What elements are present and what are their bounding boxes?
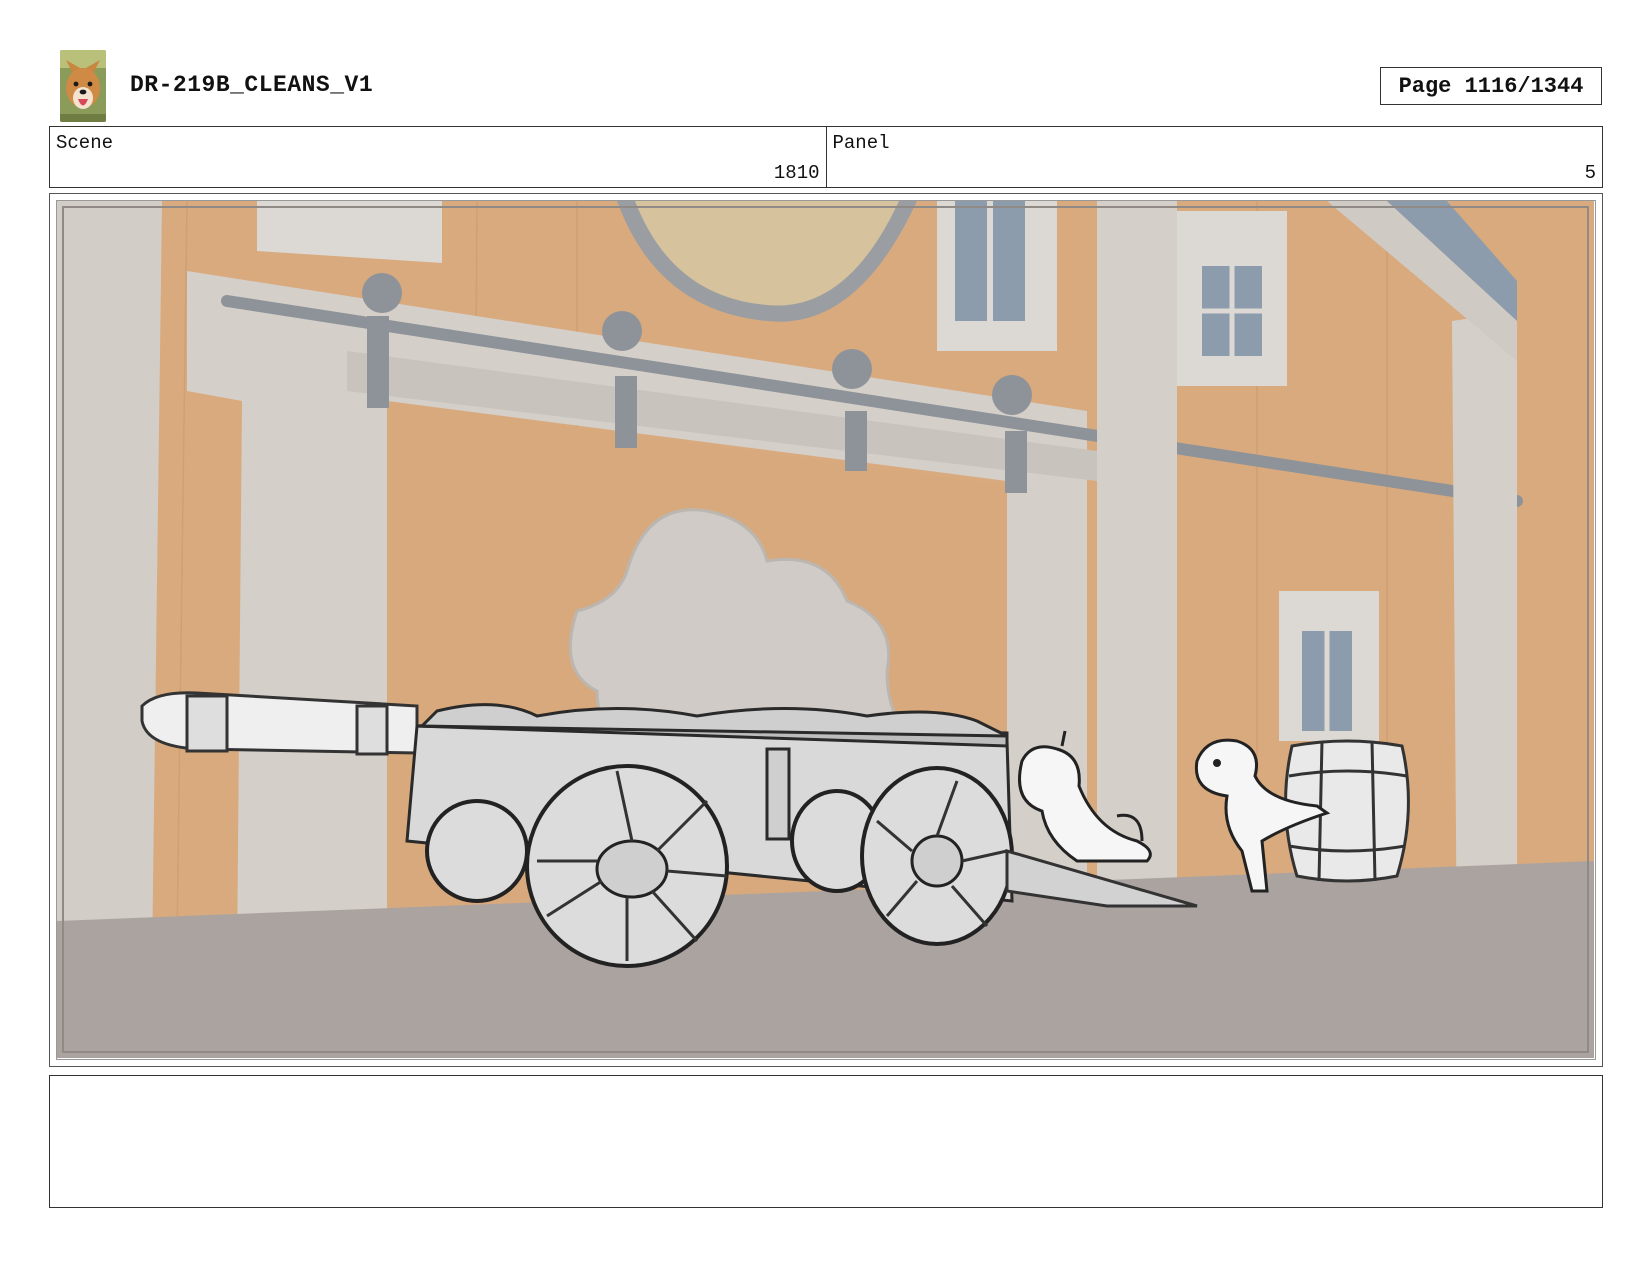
- document-title: DR-219B_CLEANS_V1: [130, 72, 374, 98]
- storyboard-panel-image: [56, 200, 1596, 1060]
- panel-label: Panel: [832, 132, 890, 154]
- scene-label: Scene: [56, 132, 114, 154]
- scene-cell: Scene 1810: [50, 127, 826, 187]
- scene-panel-row: Scene 1810 Panel 5: [49, 126, 1603, 188]
- page-number: Page 1116/1344: [1380, 67, 1602, 105]
- notes-box: [49, 1075, 1603, 1208]
- scene-value: 1810: [773, 162, 820, 184]
- dog-face-icon: [60, 50, 106, 122]
- panel-value: 5: [1584, 162, 1596, 184]
- panel-cell: Panel 5: [825, 127, 1603, 187]
